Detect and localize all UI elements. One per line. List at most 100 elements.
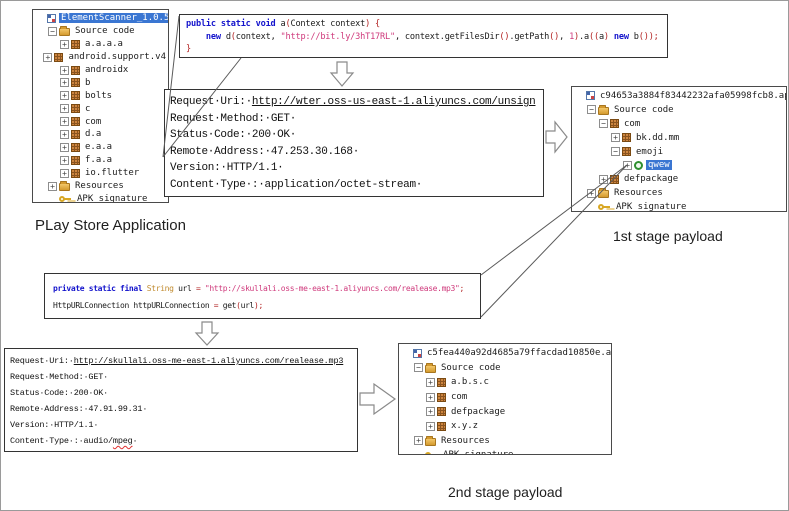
expand-icon[interactable]: + (623, 161, 632, 170)
tree-item[interactable]: +b (36, 76, 168, 89)
package-icon (610, 119, 619, 128)
expand-icon[interactable]: + (611, 133, 620, 142)
tree-indent (36, 95, 60, 96)
tree-item[interactable]: +com (36, 115, 168, 128)
tree-item-label: androidx (83, 65, 130, 75)
tree-item[interactable]: + Resources (575, 186, 786, 200)
tree-item[interactable]: +f.a.a (36, 154, 168, 167)
tree-indent (402, 367, 414, 368)
expand-icon[interactable]: + (60, 104, 69, 113)
expand-icon[interactable]: + (426, 422, 435, 431)
collapse-icon[interactable]: − (587, 105, 596, 114)
tree-item[interactable]: +a.a.a.a (36, 38, 168, 51)
stage1-payload-tree: c94653a3884f83442232afa05998fcb8.apk −Sou… (571, 86, 787, 212)
tree-item[interactable]: +a.b.s.c (402, 375, 611, 390)
expand-icon[interactable]: + (60, 117, 69, 126)
tree-item-label: Resources (612, 188, 665, 198)
expand-icon[interactable]: + (60, 143, 69, 152)
tree-item[interactable]: +c (36, 102, 168, 115)
code-segment (186, 32, 206, 42)
tree-item[interactable]: + qwew (575, 158, 786, 172)
expand-icon[interactable]: + (60, 169, 69, 178)
http-field-line: Remote·Address:·47.91.99.31· (10, 401, 357, 417)
expand-icon[interactable]: + (60, 156, 69, 165)
http-field-line: Request·Method:·GET· (10, 369, 357, 385)
tree-item[interactable]: + io.flutter (36, 167, 168, 180)
tree-item[interactable]: APK signature (575, 200, 786, 212)
tree-item[interactable]: −Source code (575, 103, 786, 117)
tree-item[interactable]: +android.support.v4 (36, 51, 168, 64)
tree-item-label: APK signature (75, 194, 149, 203)
tree-item[interactable]: + com (402, 390, 611, 405)
down-arrow-icon (331, 62, 353, 86)
tree-indent (575, 123, 599, 124)
tree-item[interactable]: +bk.dd.mm (575, 131, 786, 145)
tree-item[interactable]: APK signature (36, 192, 168, 203)
expand-icon[interactable]: + (60, 40, 69, 49)
expand-icon[interactable]: + (587, 189, 596, 198)
expand-icon[interactable]: + (426, 393, 435, 402)
code-segment: String (147, 284, 178, 293)
collapse-icon[interactable]: − (599, 119, 608, 128)
tree-indent (36, 70, 60, 71)
down-arrow-icon (196, 322, 218, 345)
tree-item[interactable]: + androidx (36, 64, 168, 77)
tree-item[interactable]: + Resources (402, 434, 611, 449)
code-segment: = (196, 284, 205, 293)
package-icon (71, 66, 80, 75)
http-url-link[interactable]: http://wter.oss-us-east-1.aliyuncs.com/u… (252, 96, 536, 108)
expand-icon[interactable]: + (426, 378, 435, 387)
expand-icon[interactable]: + (60, 78, 69, 87)
expand-icon[interactable]: + (599, 175, 608, 184)
code-segment: url (178, 284, 196, 293)
tree-indent (36, 160, 60, 161)
tree-item-label: qwew (646, 160, 672, 170)
tree-item[interactable]: ElementScanner_1.0.5.apk (36, 12, 168, 25)
collapse-icon[interactable]: − (611, 147, 620, 156)
tree-item[interactable]: +e.a.a (36, 141, 168, 154)
tree-item[interactable]: −Source code (36, 25, 168, 38)
tree-item[interactable]: +defpackage (402, 404, 611, 419)
code-segment: , context.getFilesDir (395, 32, 499, 42)
key-icon (59, 195, 72, 203)
tree-indent (36, 173, 60, 174)
malware-flow-diagram: ElementScanner_1.0.5.apk−Source code+a.a… (0, 0, 789, 511)
right-arrow-icon (360, 384, 395, 414)
package-icon (437, 407, 446, 416)
tree-indent (575, 179, 599, 180)
expand-icon[interactable]: + (43, 53, 52, 62)
expand-icon[interactable]: + (60, 66, 69, 75)
code-line: } (186, 43, 667, 56)
tree-item[interactable]: c5fea440a92d4685a79ffacdad10850e.apk (402, 346, 611, 361)
key-icon (598, 203, 611, 211)
package-icon (71, 104, 80, 113)
tree-item[interactable]: +defpackage (575, 172, 786, 186)
tree-item[interactable]: +x.y.z (402, 419, 611, 434)
expand-icon[interactable]: + (414, 436, 423, 445)
tree-item[interactable]: −com (575, 117, 786, 131)
tree-item[interactable]: −emoji (575, 145, 786, 159)
tree-indent (402, 426, 426, 427)
collapse-icon[interactable]: − (48, 27, 57, 36)
tree-item-label: io.flutter (83, 168, 141, 178)
expand-icon[interactable]: + (48, 182, 57, 191)
tree-item-label: c94653a3884f83442232afa05998fcb8.apk (598, 91, 787, 101)
tree-item-label: com (449, 392, 469, 402)
tree-item[interactable]: c94653a3884f83442232afa05998fcb8.apk (575, 89, 786, 103)
tree-indent (575, 109, 587, 110)
tree-item[interactable]: APK signature (402, 448, 611, 455)
tree-item[interactable]: +Resources (36, 180, 168, 193)
tree-item[interactable]: +bolts (36, 89, 168, 102)
expand-icon[interactable]: + (60, 91, 69, 100)
tree-item[interactable]: +d.a (36, 128, 168, 141)
expand-icon[interactable]: + (60, 130, 69, 139)
code-segment: (( (589, 32, 599, 42)
collapse-icon[interactable]: − (414, 363, 423, 372)
http-url-link[interactable]: http://skullali.oss-me-east-1.aliyuncs.c… (74, 356, 344, 366)
http-field-line: Content·Type·:·application/octet-stream· (170, 177, 543, 194)
expand-icon[interactable]: + (426, 407, 435, 416)
tree-item[interactable]: −Source code (402, 361, 611, 376)
tree-item-label: Resources (439, 436, 492, 446)
tree-indent (36, 31, 48, 32)
stage2-http-response-box: Request·Uri:·http://skullali.oss-me-east… (4, 348, 358, 452)
